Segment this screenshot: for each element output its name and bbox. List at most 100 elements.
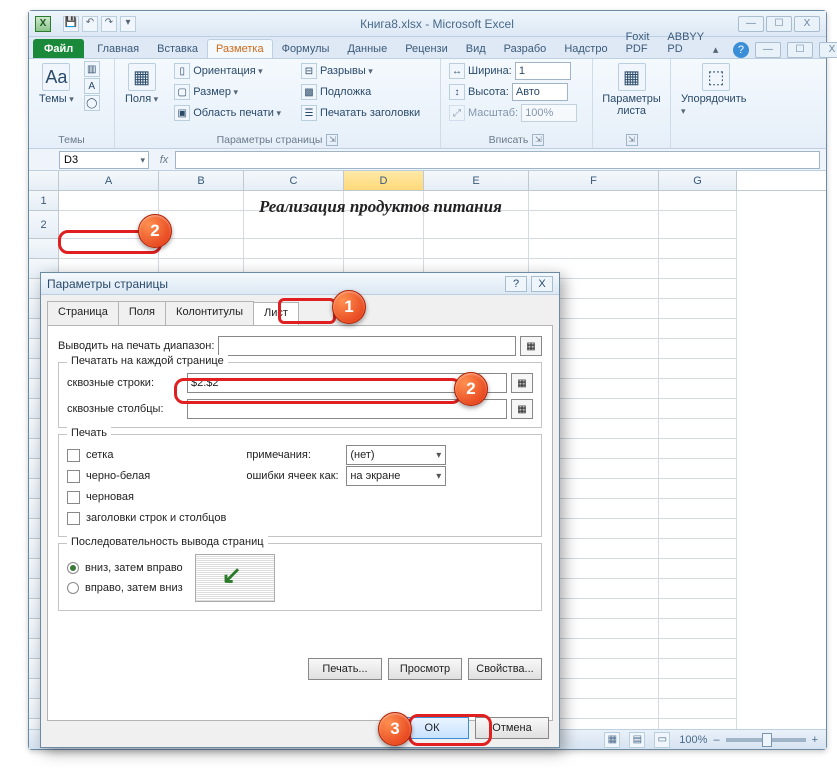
dialog-close-button[interactable]: X [531,276,553,292]
minimize-button[interactable]: — [738,16,764,32]
cell[interactable] [244,239,344,259]
scale-launcher-icon[interactable]: ⇲ [532,134,544,146]
tab-developer[interactable]: Разрабо [495,39,556,58]
zoom-out-button[interactable]: – [713,734,719,746]
cell[interactable] [659,419,737,439]
cell[interactable] [659,299,737,319]
theme-effects-icon[interactable]: ◯ [84,95,100,111]
cell[interactable] [529,239,659,259]
zoom-in-button[interactable]: + [812,734,818,746]
size-button[interactable]: ▢Размер [172,82,283,102]
cell[interactable] [659,619,737,639]
breaks-button[interactable]: ⊟Разрывы [299,61,422,81]
dialog-tab-margins[interactable]: Поля [118,301,166,325]
dialog-tab-page[interactable]: Страница [47,301,119,325]
cell[interactable] [659,259,737,279]
cell[interactable] [659,279,737,299]
sheet-options-launcher-icon[interactable]: ⇲ [626,134,638,146]
properties-button[interactable]: Свойства... [468,658,542,680]
cols-to-repeat-input[interactable] [187,399,507,419]
gridlines-checkbox[interactable]: сетка [67,445,226,465]
view-break-icon[interactable]: ▭ [654,732,670,748]
cell[interactable] [659,479,737,499]
cell[interactable] [659,379,737,399]
cell[interactable] [659,559,737,579]
cell[interactable] [159,239,244,259]
col-header-c[interactable]: C [244,171,344,190]
draft-checkbox[interactable]: черновая [67,487,226,507]
workbook-restore-button[interactable]: ☐ [787,42,813,58]
tab-home[interactable]: Главная [88,39,148,58]
tab-addins[interactable]: Надстро [555,39,616,58]
arrange-button[interactable]: ⬚ Упорядочить [677,61,755,119]
width-control[interactable]: ↔Ширина: 1 страниц [447,61,586,81]
tab-review[interactable]: Рецензи [396,39,457,58]
help-icon[interactable]: ? [733,42,749,58]
ribbon-minimize-icon[interactable]: ▴ [713,43,727,57]
cell[interactable] [659,439,737,459]
cell[interactable] [159,191,244,211]
zoom-slider[interactable] [726,738,806,742]
cell[interactable] [659,579,737,599]
themes-button[interactable]: Aa Темы [35,61,78,107]
preview-button[interactable]: Просмотр [388,658,462,680]
cell[interactable] [344,239,424,259]
fx-icon[interactable]: fx [153,154,175,166]
close-button[interactable]: X [794,16,820,32]
dialog-tab-headerfooter[interactable]: Колонтитулы [165,301,254,325]
cell[interactable] [659,399,737,419]
row-header[interactable]: 2 [29,211,59,239]
order-right-radio[interactable]: вправо, затем вниз [67,578,183,598]
cell[interactable] [529,191,659,211]
orientation-button[interactable]: ▯Ориентация [172,61,283,81]
print-button[interactable]: Печать... [308,658,382,680]
formula-input[interactable] [175,151,820,169]
cell[interactable] [659,191,737,211]
cell[interactable] [659,239,737,259]
save-icon[interactable]: 💾 [63,16,79,32]
name-box[interactable]: D3 [59,151,149,169]
row-header[interactable] [29,239,59,259]
tab-insert[interactable]: Вставка [148,39,207,58]
rowcol-headers-checkbox[interactable]: заголовки строк и столбцов [67,508,226,528]
page-setup-launcher-icon[interactable]: ⇲ [326,134,338,146]
cell[interactable] [659,719,737,729]
rows-picker-icon[interactable]: ▦ [511,373,533,393]
cancel-button[interactable]: Отмена [475,717,549,739]
undo-icon[interactable]: ↶ [82,16,98,32]
col-header-b[interactable]: B [159,171,244,190]
view-layout-icon[interactable]: ▤ [629,732,645,748]
cell[interactable] [529,211,659,239]
workbook-close-button[interactable]: X [819,42,837,58]
col-header-g[interactable]: G [659,171,737,190]
comments-select[interactable]: (нет) [346,445,446,465]
col-header-d[interactable]: D [344,171,424,190]
cell[interactable] [659,339,737,359]
cell[interactable] [659,499,737,519]
tab-page-layout[interactable]: Разметка [207,39,273,58]
col-header-f[interactable]: F [529,171,659,190]
print-range-picker-icon[interactable]: ▦ [520,336,542,356]
cell[interactable] [659,459,737,479]
cell[interactable] [659,211,737,239]
col-header-a[interactable]: A [59,171,159,190]
print-range-input[interactable] [218,336,516,356]
cell[interactable] [59,191,159,211]
cell[interactable] [659,319,737,339]
print-area-button[interactable]: ▣Область печати [172,103,283,123]
margins-button[interactable]: ▦ Поля [121,61,162,107]
background-button[interactable]: ▩Подложка [299,82,422,102]
cell[interactable] [659,679,737,699]
view-normal-icon[interactable]: ▦ [604,732,620,748]
theme-colors-icon[interactable]: ▥ [84,61,100,77]
tab-foxit[interactable]: Foxit PDF [617,27,659,58]
redo-icon[interactable]: ↷ [101,16,117,32]
maximize-button[interactable]: ☐ [766,16,792,32]
cell[interactable] [659,519,737,539]
cell[interactable] [659,659,737,679]
dialog-tab-sheet[interactable]: Лист [253,302,299,326]
cell[interactable] [659,699,737,719]
tab-view[interactable]: Вид [457,39,495,58]
order-down-radio[interactable]: вниз, затем вправо [67,558,183,578]
workbook-minimize-button[interactable]: — [755,42,781,58]
